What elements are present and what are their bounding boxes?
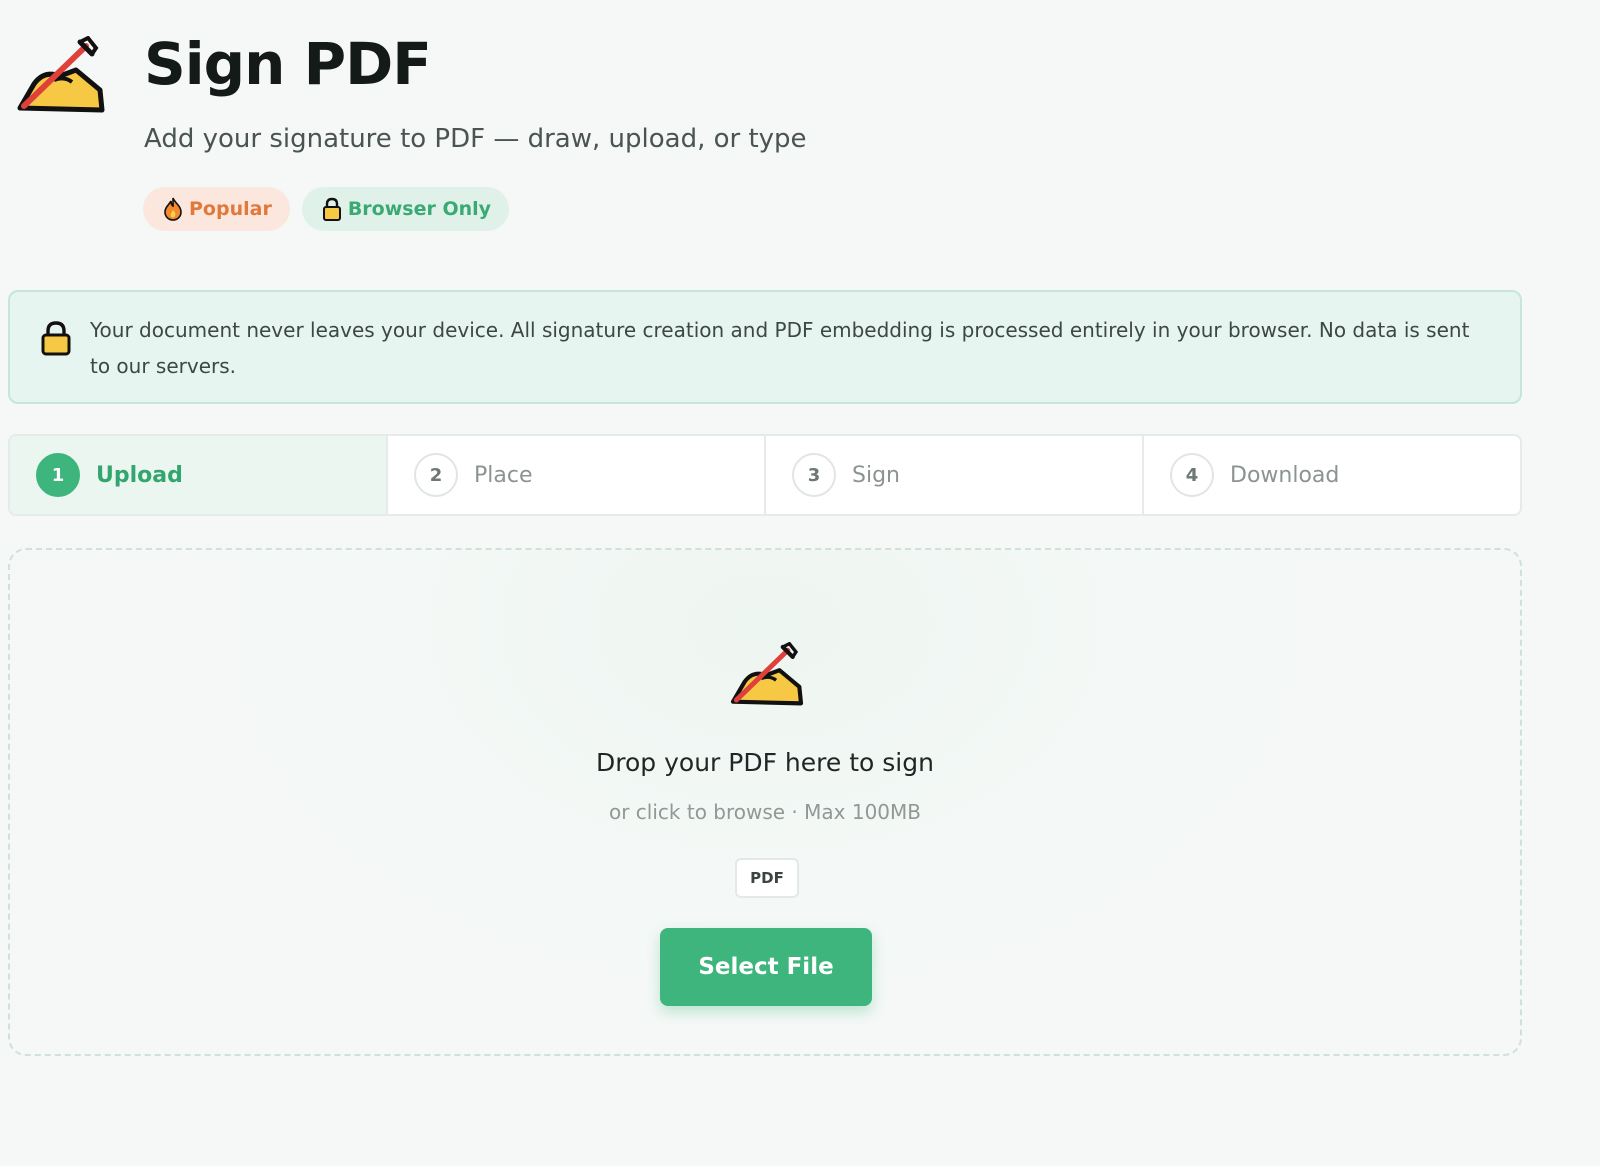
writing-hand-icon <box>17 36 105 113</box>
popular-badge-label: Popular <box>189 198 272 220</box>
writing-hand-icon <box>730 642 804 706</box>
privacy-notice: Your document never leaves your device. … <box>8 290 1522 404</box>
drop-zone-title: Drop your PDF here to sign <box>596 748 934 777</box>
step-number: 4 <box>1170 453 1214 497</box>
step-label: Sign <box>852 462 900 488</box>
privacy-notice-text: Your document never leaves your device. … <box>90 318 1470 378</box>
drop-zone-hint: or click to browse · Max 100MB <box>608 800 922 824</box>
step-label: Upload <box>96 462 183 488</box>
pdf-drop-zone[interactable]: Drop your PDF here to sign or click to b… <box>8 548 1522 1056</box>
step-label: Place <box>474 462 533 488</box>
page-title: Sign PDF <box>144 30 432 98</box>
step-place[interactable]: 2 Place <box>388 436 766 514</box>
sign-pdf-page: Sign PDF Add your signature to PDF — dra… <box>0 0 1600 1166</box>
step-progress: 1 Upload 2 Place 3 Sign 4 Download <box>8 434 1522 516</box>
select-file-button[interactable]: Select File <box>660 928 872 1006</box>
step-number: 1 <box>36 453 80 497</box>
popular-badge: Popular <box>143 187 290 231</box>
browser-only-badge-label: Browser Only <box>347 198 492 220</box>
badge-row: Popular Browser Only <box>143 187 510 231</box>
step-label: Download <box>1230 462 1340 488</box>
lock-icon <box>322 197 341 221</box>
step-upload[interactable]: 1 Upload <box>10 436 388 514</box>
step-download[interactable]: 4 Download <box>1144 436 1520 514</box>
lock-icon <box>41 321 71 356</box>
browser-only-badge: Browser Only <box>301 187 510 231</box>
step-number: 3 <box>792 453 836 497</box>
page-subtitle: Add your signature to PDF — draw, upload… <box>144 124 807 154</box>
step-number: 2 <box>414 453 458 497</box>
fire-icon <box>164 197 182 221</box>
step-sign[interactable]: 3 Sign <box>766 436 1144 514</box>
accepted-format-chip: PDF <box>735 858 799 898</box>
